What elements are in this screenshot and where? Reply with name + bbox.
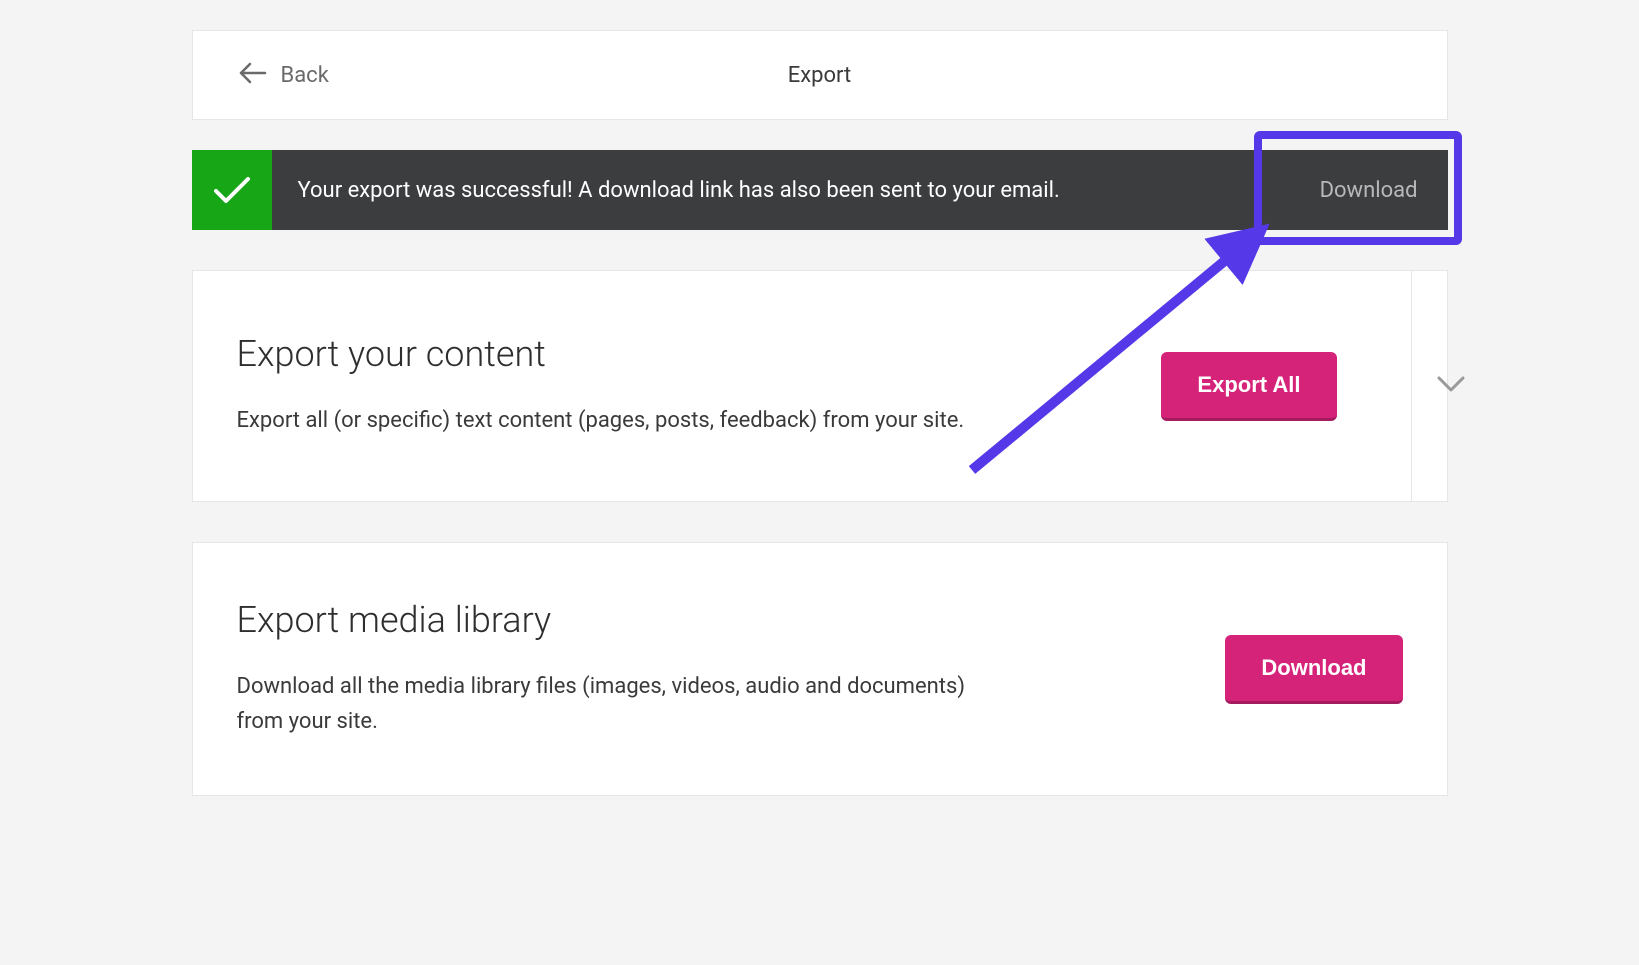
export-content-card: Export your content Export all (or speci… [192,270,1448,502]
chevron-down-icon [1436,375,1466,397]
check-icon [192,150,272,230]
export-all-button[interactable]: Export All [1161,352,1336,421]
export-media-title: Export media library [237,599,1196,641]
export-content-description: Export all (or specific) text content (p… [237,403,997,438]
arrow-left-icon [239,62,267,88]
export-media-card: Export media library Download all the me… [192,542,1448,796]
success-notification: Your export was successful! A download l… [192,150,1448,230]
page-header: Back Export [192,30,1448,120]
export-content-title: Export your content [237,333,1132,375]
notification-download-button[interactable]: Download [1290,150,1448,230]
download-media-button[interactable]: Download [1225,635,1402,704]
back-label: Back [281,63,329,88]
export-media-description: Download all the media library files (im… [237,669,997,739]
notification-message: Your export was successful! A download l… [272,178,1290,203]
expand-toggle[interactable] [1411,271,1491,501]
back-button[interactable]: Back [193,62,329,88]
page-title: Export [788,63,852,88]
